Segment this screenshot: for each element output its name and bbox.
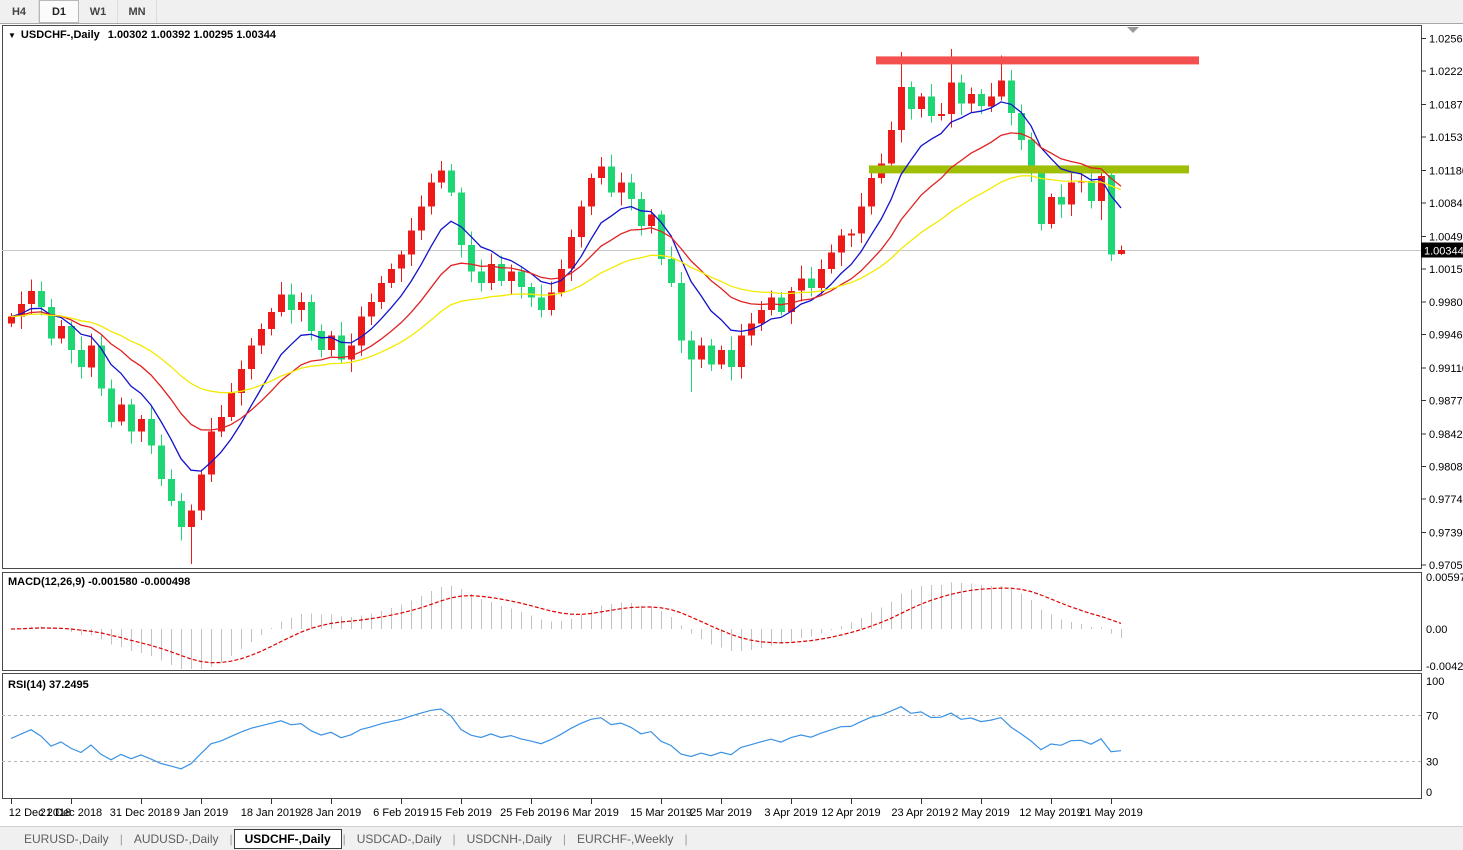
panel-borders	[3, 26, 1422, 799]
rsi-axis-label: 70	[1426, 711, 1438, 723]
rsi-axis-label: 100	[1426, 676, 1444, 688]
rsi-axis-label: 30	[1426, 757, 1438, 769]
price-tick-label: 1.00490	[1429, 231, 1463, 243]
price-tick-label: 1.02560	[1429, 33, 1463, 45]
timeframe-toolbar: H4D1W1MN	[0, 0, 1463, 24]
macd-axis-label: 0.00	[1426, 624, 1447, 636]
tab-usdcad-daily[interactable]: USDCAD-,Daily	[347, 830, 452, 848]
price-tick-label: 0.97740	[1429, 494, 1463, 506]
price-tick-label: 1.00840	[1429, 198, 1463, 210]
date-tick-label: 12 Apr 2019	[821, 807, 880, 819]
date-tick-label: 6 Mar 2019	[563, 807, 619, 819]
timeframe-button-d1[interactable]: D1	[39, 0, 79, 23]
date-tick-label: 15 Feb 2019	[430, 807, 492, 819]
tab-usdcnh-daily[interactable]: USDCNH-,Daily	[457, 830, 562, 848]
price-tick-label: 0.98420	[1429, 429, 1463, 441]
date-tick-label: 12 May 2019	[1019, 807, 1083, 819]
tab-separator: |	[120, 832, 123, 846]
price-tick-label: 1.00150	[1429, 264, 1463, 276]
support-line[interactable]	[869, 165, 1189, 173]
timeframe-button-w1[interactable]: W1	[79, 0, 118, 23]
date-tick-label: 3 Apr 2019	[764, 807, 817, 819]
date-tick-label: 9 Jan 2019	[174, 807, 228, 819]
tab-eurusd-daily[interactable]: EURUSD-,Daily	[14, 830, 119, 848]
price-tick-label: 0.99110	[1429, 363, 1463, 375]
date-tick-label: 21 Dec 2018	[40, 807, 102, 819]
current-price-badge-label: 1.00344	[1424, 246, 1463, 258]
chart-canvas[interactable]: 1.02560 1.02220 1.01870 1.01530 1.01180 1.008…	[0, 25, 1463, 826]
date-tick-label: 2 May 2019	[952, 807, 1009, 819]
tab-usdchf-daily[interactable]: USDCHF-,Daily	[234, 829, 342, 849]
date-tick-label: 31 Dec 2018	[110, 807, 172, 819]
date-tick-label: 25 Feb 2019	[500, 807, 562, 819]
date-tick-label: 25 Mar 2019	[690, 807, 752, 819]
macd-axis-label: 0.00597	[1426, 572, 1463, 584]
timeframe-button-mn[interactable]: MN	[118, 0, 157, 23]
mt4-window: H4D1W1MN ▼USDCHF-,Daily1.00302 1.00392 1…	[0, 0, 1463, 850]
date-tick-label: 28 Jan 2019	[301, 807, 362, 819]
price-tick-label: 0.99460	[1429, 330, 1463, 342]
price-tick-label: 0.98770	[1429, 396, 1463, 408]
tab-separator: |	[452, 832, 455, 846]
date-tick-label: 21 May 2019	[1079, 807, 1143, 819]
date-tick-label: 15 Mar 2019	[630, 807, 692, 819]
tab-separator: |	[563, 832, 566, 846]
resistance-line[interactable]	[876, 56, 1199, 64]
date-tick-label: 23 Apr 2019	[891, 807, 950, 819]
price-tick-label: 1.02220	[1429, 66, 1463, 78]
date-tick-label: 18 Jan 2019	[241, 807, 302, 819]
price-tick-label: 0.99800	[1429, 297, 1463, 309]
tab-eurchf-weekly[interactable]: EURCHF-,Weekly	[567, 830, 683, 848]
tab-audusd-daily[interactable]: AUDUSD-,Daily	[124, 830, 229, 848]
price-tick-label: 0.98080	[1429, 462, 1463, 474]
price-tick-label: 1.01870	[1429, 99, 1463, 111]
tab-separator: |	[230, 832, 233, 846]
chart-tabs-bar: EURUSD-,Daily|AUDUSD-,Daily|USDCHF-,Dail…	[0, 826, 1463, 850]
collapse-chart-icon[interactable]: ▼	[8, 31, 16, 40]
date-tick-label: 6 Feb 2019	[373, 807, 429, 819]
timeframe-button-h4[interactable]: H4	[0, 0, 39, 23]
tab-separator: |	[343, 832, 346, 846]
tab-separator: |	[685, 832, 688, 846]
price-tick-label: 0.97390	[1429, 528, 1463, 540]
rsi-axis-label: 0	[1426, 787, 1432, 799]
price-tick-label: 1.01530	[1429, 132, 1463, 144]
macd-axis-label: -0.004243	[1426, 661, 1463, 673]
price-tick-label: 0.97050	[1429, 560, 1463, 572]
price-tick-label: 1.01180	[1429, 165, 1463, 177]
